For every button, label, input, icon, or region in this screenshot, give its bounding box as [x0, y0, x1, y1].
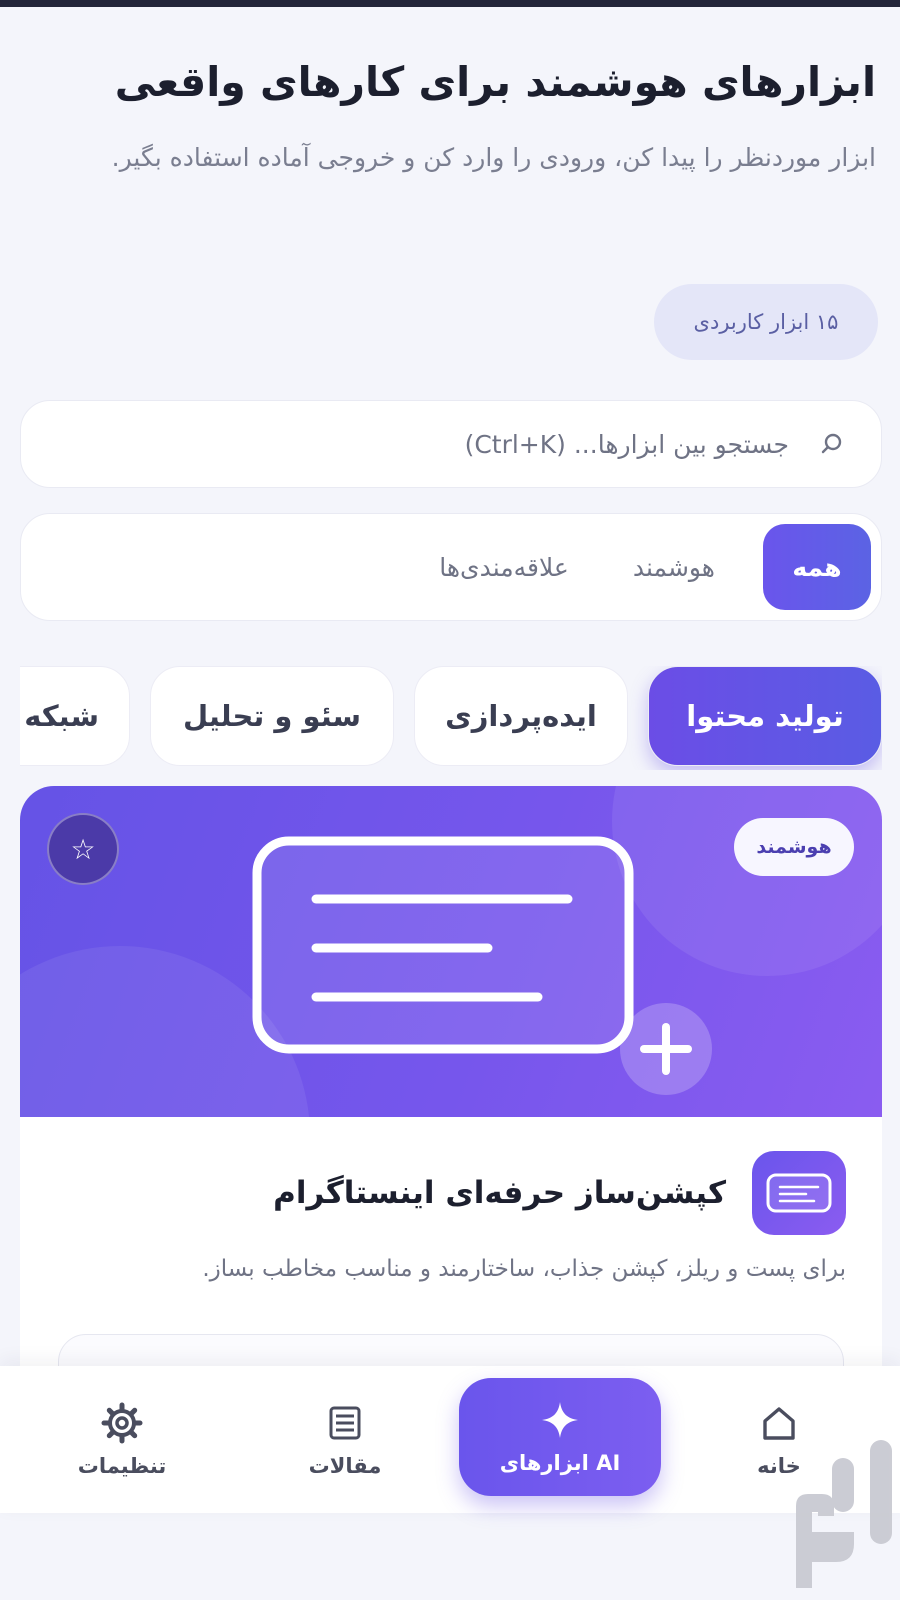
nav-label: ابزارهای AI	[499, 1451, 621, 1475]
tab-smart[interactable]: هوشمند	[605, 524, 743, 610]
search-icon	[819, 431, 845, 457]
tool-card-banner: هوشمند ☆	[20, 786, 882, 1117]
search-input[interactable]: جستجو بین ابزارها... (Ctrl+K)	[20, 400, 882, 488]
sparkle-icon	[542, 1402, 578, 1438]
chip-social[interactable]: شبکه	[20, 666, 130, 766]
category-chips: تولید محتوا ایده‌پردازی سئو و تحلیل شبکه	[20, 666, 882, 770]
favorite-button[interactable]: ☆	[47, 813, 119, 885]
app-store-watermark-logo	[796, 1440, 892, 1588]
document-add-illustration	[252, 836, 712, 1095]
star-icon: ☆	[70, 832, 96, 866]
gear-icon	[101, 1402, 143, 1443]
tool-card[interactable]: هوشمند ☆ کپشن‌ساز حرفه‌ای اینستاگرام برا…	[20, 786, 882, 1376]
search-placeholder: جستجو بین ابزارها... (Ctrl+K)	[464, 429, 789, 459]
chip-seo-analysis[interactable]: سئو و تحلیل	[150, 666, 394, 766]
page-title: ابزارهای هوشمند برای کارهای واقعی	[114, 58, 876, 106]
tool-title: کپشن‌ساز حرفه‌ای اینستاگرام	[273, 1175, 726, 1211]
nav-label: تنظیمات	[77, 1453, 167, 1478]
home-icon	[763, 1406, 795, 1440]
nav-ai-tools[interactable]: ابزارهای AI	[459, 1378, 661, 1496]
status-bar	[0, 0, 900, 7]
tab-all[interactable]: همه	[763, 524, 871, 610]
filter-tabs: همه هوشمند علاقه‌مندی‌ها	[20, 513, 882, 621]
tab-favorites[interactable]: علاقه‌مندی‌ها	[411, 524, 597, 610]
chip-ideation[interactable]: ایده‌پردازی	[414, 666, 628, 766]
page-subtitle: ابزار موردنظر را پیدا کن، ورودی را وارد …	[111, 143, 876, 172]
nav-settings[interactable]: تنظیمات	[62, 1366, 182, 1513]
caption-tool-icon	[752, 1151, 846, 1235]
nav-articles[interactable]: مقالات	[290, 1366, 400, 1513]
smart-tag: هوشمند	[734, 818, 854, 876]
list-icon	[329, 1406, 361, 1439]
nav-label: مقالات	[308, 1453, 382, 1478]
chip-content-creation[interactable]: تولید محتوا	[648, 666, 882, 766]
bottom-navigation: خانه ابزارهای AI مقالات تنظیمات	[0, 1366, 900, 1513]
tool-card-header: کپشن‌ساز حرفه‌ای اینستاگرام	[273, 1151, 846, 1235]
tool-count-badge: ۱۵ ابزار کاربردی	[654, 284, 878, 360]
tool-description: برای پست و ریلز، کپشن جذاب، ساختارمند و …	[202, 1256, 846, 1282]
